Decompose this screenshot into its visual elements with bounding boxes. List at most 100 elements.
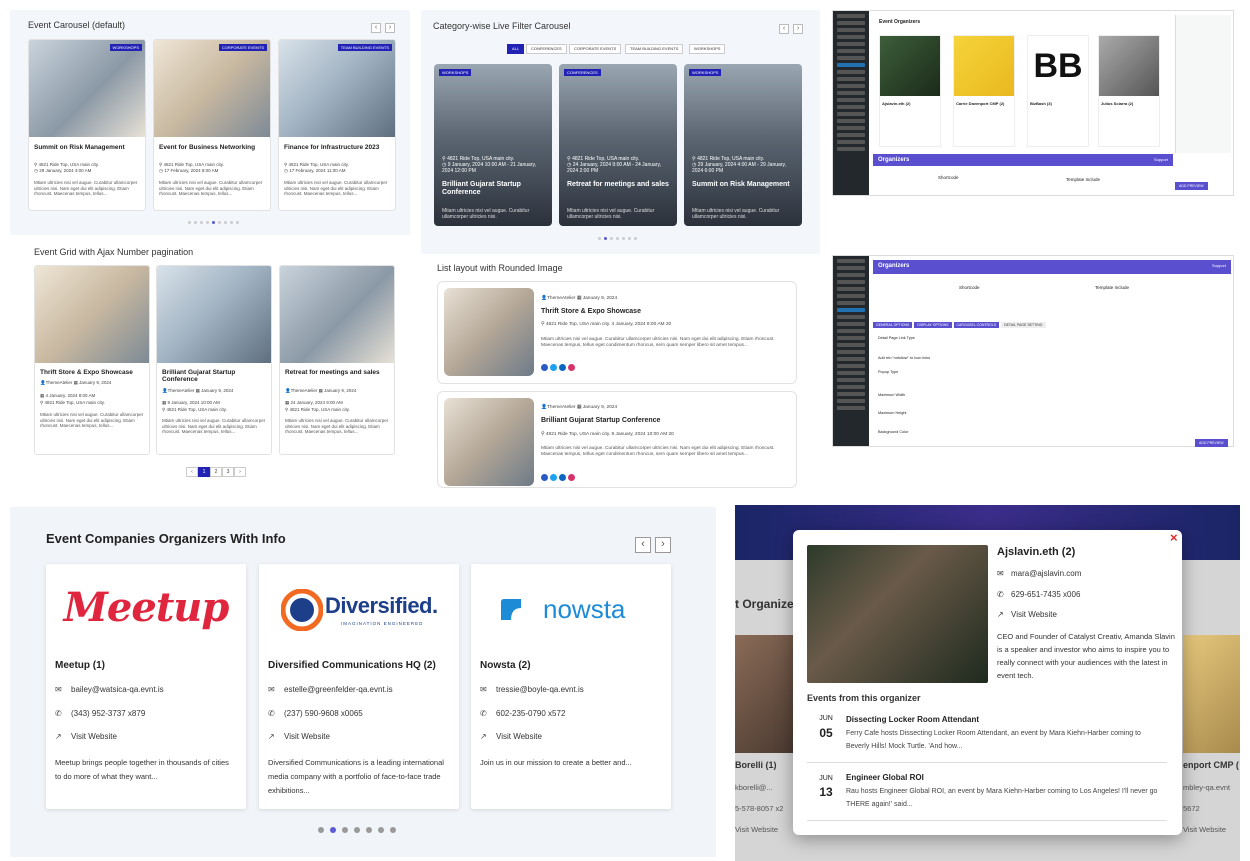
event-date: ◷ 29 January, 2024 4:00 AM bbox=[34, 168, 92, 173]
company-card[interactable]: Diversified. IMAGINATION ENGINEERED Dive… bbox=[259, 564, 459, 809]
prev-page-button[interactable]: ‹ bbox=[186, 467, 198, 477]
page-2-button[interactable]: 2 bbox=[210, 467, 222, 477]
event-location-date: ⚲ 4821 Ride Top, USA main city. ◷ 9 Janua… bbox=[442, 156, 536, 174]
twitter-icon[interactable] bbox=[550, 364, 557, 371]
event-title[interactable]: Retreat for meetings and sales bbox=[567, 181, 671, 189]
grid-card[interactable]: Brilliant Gujarat Startup Conference 👤Th… bbox=[156, 265, 272, 455]
add-preview-button[interactable]: ADD PREVIEW bbox=[1195, 439, 1228, 447]
event-description: Mtiam ultricies nisi vel augue. Curabitu… bbox=[541, 446, 775, 457]
nowsta-logo: nowsta bbox=[497, 594, 657, 626]
filter-event-card[interactable]: CONFERENCES ⚲ 4821 Ride Top, USA main ci… bbox=[559, 64, 677, 226]
phone-icon: ✆ bbox=[55, 709, 62, 718]
support-link[interactable]: Support bbox=[1212, 263, 1226, 268]
settings-tabs: GENERAL OPTIONS DISPLAY OPTIONS CAROUSEL… bbox=[873, 322, 1046, 328]
admin-organizers-screen: Event Organizers Ajslavin.eth (2) Carrie… bbox=[832, 10, 1234, 196]
organizer-bio: CEO and Founder of Catalyst Creativ, Ama… bbox=[997, 632, 1175, 680]
tab-carousel-controls[interactable]: CAROUSEL CONTROLS bbox=[953, 322, 1000, 328]
grid-card[interactable]: Retreat for meetings and sales 👤ThemeAte… bbox=[279, 265, 395, 455]
event-date: ▦ 24 January, 2024 9:00 AM bbox=[285, 400, 343, 405]
companies-prev-button[interactable]: ‹ bbox=[635, 537, 651, 553]
organizer-website-link[interactable]: ↗ Visit Website bbox=[997, 610, 1057, 619]
event-title[interactable]: Summit on Risk Management bbox=[692, 181, 796, 189]
carousel-prev-button[interactable]: ‹ bbox=[371, 23, 381, 33]
list-item[interactable]: 👤ThemeAtelier ▦ January 9, 2024 Brillian… bbox=[437, 391, 797, 488]
category-badge: CORPORATE EVENTS bbox=[218, 44, 267, 51]
event-description: Mtiam ultricies nisi vel augue. Curabitu… bbox=[34, 180, 138, 197]
twitter-icon[interactable] bbox=[550, 474, 557, 481]
event-title[interactable]: Thrift Store & Expo Showcase bbox=[40, 369, 144, 376]
instagram-icon[interactable] bbox=[568, 474, 575, 481]
carousel-card[interactable]: CORPORATE EVENTS Event for Business Netw… bbox=[153, 39, 271, 211]
facebook-icon[interactable] bbox=[541, 474, 548, 481]
setting-label: Maximum Width bbox=[878, 393, 906, 397]
event-title[interactable]: Brilliant Gujarat Startup Conference bbox=[442, 181, 546, 197]
support-link[interactable]: Support bbox=[1154, 157, 1168, 162]
company-website-link[interactable]: ↗ Visit Website bbox=[268, 732, 330, 741]
tab-display-options[interactable]: DISPLAY OPTIONS bbox=[914, 322, 952, 328]
organizer-event-item[interactable]: JUN 05 Dissecting Locker Room Attendant … bbox=[807, 710, 1167, 763]
event-title[interactable]: Engineer Global ROI bbox=[846, 773, 924, 782]
company-name[interactable]: Nowsta (2) bbox=[480, 660, 531, 671]
company-description: Diversified Communications is a leading … bbox=[268, 758, 444, 795]
event-author: 👤ThemeAtelier ▦ January 9, 2024 bbox=[162, 388, 234, 393]
carousel-prev-button[interactable]: ‹ bbox=[779, 24, 789, 34]
companies-next-button[interactable]: › bbox=[655, 537, 671, 553]
category-badge: WORKSHOPS bbox=[439, 69, 472, 76]
filter-event-card[interactable]: WORKSHOPS ⚲ 4821 Ride Top, USA main city… bbox=[434, 64, 552, 226]
company-website-link[interactable]: ↗ Visit Website bbox=[55, 732, 117, 741]
filter-all-button[interactable]: ALL bbox=[507, 44, 525, 54]
filter-workshops-button[interactable]: WORKSHOPS bbox=[689, 44, 726, 54]
filter-carousel-dots[interactable] bbox=[598, 237, 637, 240]
external-link-icon: ↗ bbox=[480, 732, 487, 741]
event-location: ⚲ 4821 Ride Top, USA main city. bbox=[162, 407, 227, 412]
event-title[interactable]: Summit on Risk Management bbox=[34, 144, 140, 151]
carousel-card[interactable]: WORKSHOPS Summit on Risk Management ⚲ 48… bbox=[28, 39, 146, 211]
company-website-link[interactable]: ↗ Visit Website bbox=[480, 732, 542, 741]
page-3-button[interactable]: 3 bbox=[222, 467, 234, 477]
company-card[interactable]: nowsta Nowsta (2) ✉ tressie@boyle-qa.evnt… bbox=[471, 564, 671, 809]
organizer-event-item[interactable]: JUN 13 Engineer Global ROI Rau hosts Eng… bbox=[807, 768, 1167, 821]
backdrop-photo bbox=[1183, 635, 1240, 753]
carousel-next-button[interactable]: › bbox=[385, 23, 395, 33]
facebook-icon[interactable] bbox=[541, 364, 548, 371]
grid-card[interactable]: Thrift Store & Expo Showcase 👤ThemeAteli… bbox=[34, 265, 150, 455]
filter-corporate-button[interactable]: CORPORATE EVENTS bbox=[569, 44, 622, 54]
event-date: ▦ 4 January, 2024 8:00 AM bbox=[40, 393, 96, 398]
company-name[interactable]: Diversified Communications HQ (2) bbox=[268, 660, 436, 671]
event-author: 👤ThemeAtelier ▦ January 9, 2024 bbox=[541, 296, 618, 301]
tab-general-options[interactable]: GENERAL OPTIONS bbox=[873, 322, 913, 328]
event-description: Mtiam ultricies nisi vel augue. Curabitu… bbox=[692, 208, 780, 220]
companies-dots[interactable] bbox=[318, 827, 396, 833]
company-card[interactable]: Meetup Meetup (1) ✉ bailey@watsica-qa.evn… bbox=[46, 564, 246, 809]
event-title[interactable]: Event for Business Networking bbox=[159, 144, 265, 151]
page-1-button[interactable]: 1 bbox=[198, 467, 210, 477]
event-image bbox=[154, 40, 270, 137]
carousel-card[interactable]: TEAM BUILDING EVENTS Finance for Infrast… bbox=[278, 39, 396, 211]
filter-team-building-button[interactable]: TEAM BUILDING EVENTS bbox=[625, 44, 684, 54]
carousel-next-button[interactable]: › bbox=[793, 24, 803, 34]
event-title[interactable]: Brilliant Gujarat Startup Conference bbox=[541, 417, 660, 424]
event-title[interactable]: Finance for Infrastructure 2023 bbox=[284, 144, 390, 151]
event-image bbox=[280, 266, 394, 363]
category-badge: WORKSHOPS bbox=[689, 69, 722, 76]
add-preview-button[interactable]: ADD PREVIEW bbox=[1175, 182, 1208, 190]
carousel-pagination-dots[interactable] bbox=[188, 221, 239, 224]
event-title[interactable]: Dissecting Locker Room Attendant bbox=[846, 715, 979, 724]
instagram-icon[interactable] bbox=[568, 364, 575, 371]
event-title[interactable]: Brilliant Gujarat Startup Conference bbox=[162, 369, 266, 383]
filter-conferences-button[interactable]: CONFERENCES bbox=[526, 44, 567, 54]
mail-icon: ✉ bbox=[55, 685, 62, 694]
diversified-logo: Diversified. IMAGINATION ENGINEERED bbox=[281, 589, 441, 635]
filter-event-card[interactable]: WORKSHOPS ⚲ 4821 Ride Top, USA main city… bbox=[684, 64, 802, 226]
tab-detail-page-setting[interactable]: DETAIL PAGE SETTING bbox=[1001, 322, 1046, 328]
admin-org-card: BB BizBash (3) bbox=[1027, 35, 1089, 147]
linkedin-icon[interactable] bbox=[559, 364, 566, 371]
event-title[interactable]: Retreat for meetings and sales bbox=[285, 369, 389, 376]
company-name[interactable]: Meetup (1) bbox=[55, 660, 105, 671]
organizer-photo bbox=[807, 545, 988, 683]
close-icon[interactable]: × bbox=[1170, 530, 1178, 545]
linkedin-icon[interactable] bbox=[559, 474, 566, 481]
next-page-button[interactable]: › bbox=[234, 467, 246, 477]
event-title[interactable]: Thrift Store & Expo Showcase bbox=[541, 308, 641, 315]
list-item[interactable]: 👤ThemeAtelier ▦ January 9, 2024 Thrift S… bbox=[437, 281, 797, 384]
